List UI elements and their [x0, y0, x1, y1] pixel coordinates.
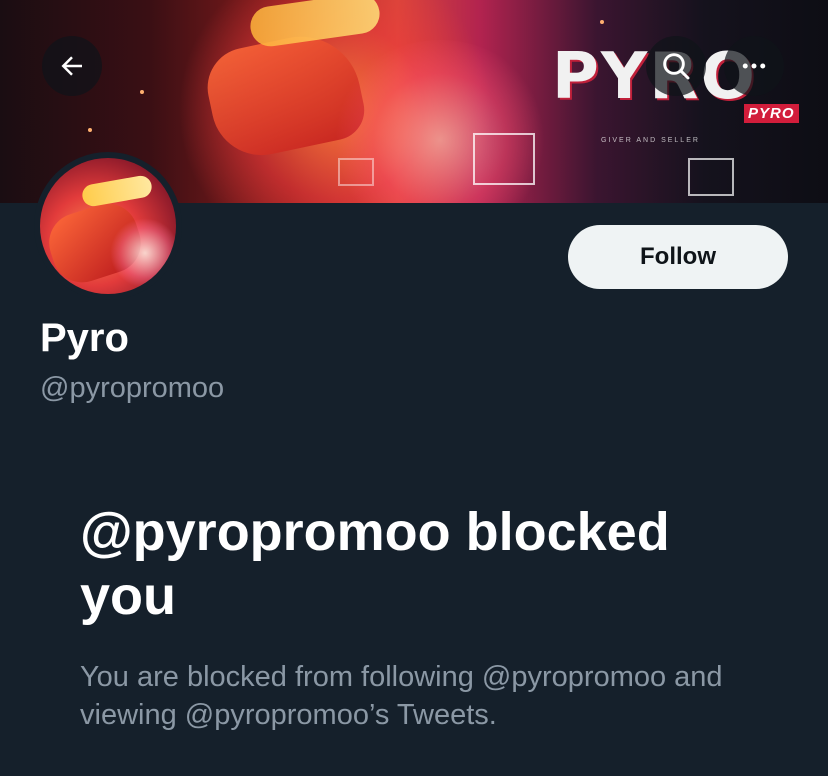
display-name: Pyro [40, 316, 129, 360]
avatar[interactable] [34, 152, 182, 300]
banner-brand-badge: PYRO [744, 104, 799, 123]
blocked-title: @pyropromoo blocked you [80, 502, 670, 626]
avatar-image [40, 158, 176, 294]
follow-button[interactable]: Follow [568, 225, 788, 289]
handle: @pyropromoo [40, 372, 225, 404]
banner-spark [88, 128, 92, 132]
profile-page: PYRO PYRO GIVER AND SELLER Follow Pyro @ [0, 0, 828, 776]
more-options-icon [742, 63, 766, 69]
back-arrow-icon [61, 56, 82, 76]
banner-brand-tagline: GIVER AND SELLER [601, 137, 700, 144]
search-button[interactable] [646, 36, 706, 96]
back-button[interactable] [42, 36, 102, 96]
avatar-flash [110, 218, 176, 288]
avatar-character-visor [80, 174, 154, 208]
banner-spark [600, 20, 604, 24]
blocked-description: You are blocked from following @pyroprom… [80, 661, 723, 731]
banner-spark [140, 90, 144, 94]
more-options-button[interactable] [724, 36, 784, 96]
banner-frame-decoration [338, 158, 374, 186]
search-icon [663, 53, 690, 80]
banner-frame-decoration [688, 158, 734, 196]
banner-frame-decoration [473, 133, 535, 185]
